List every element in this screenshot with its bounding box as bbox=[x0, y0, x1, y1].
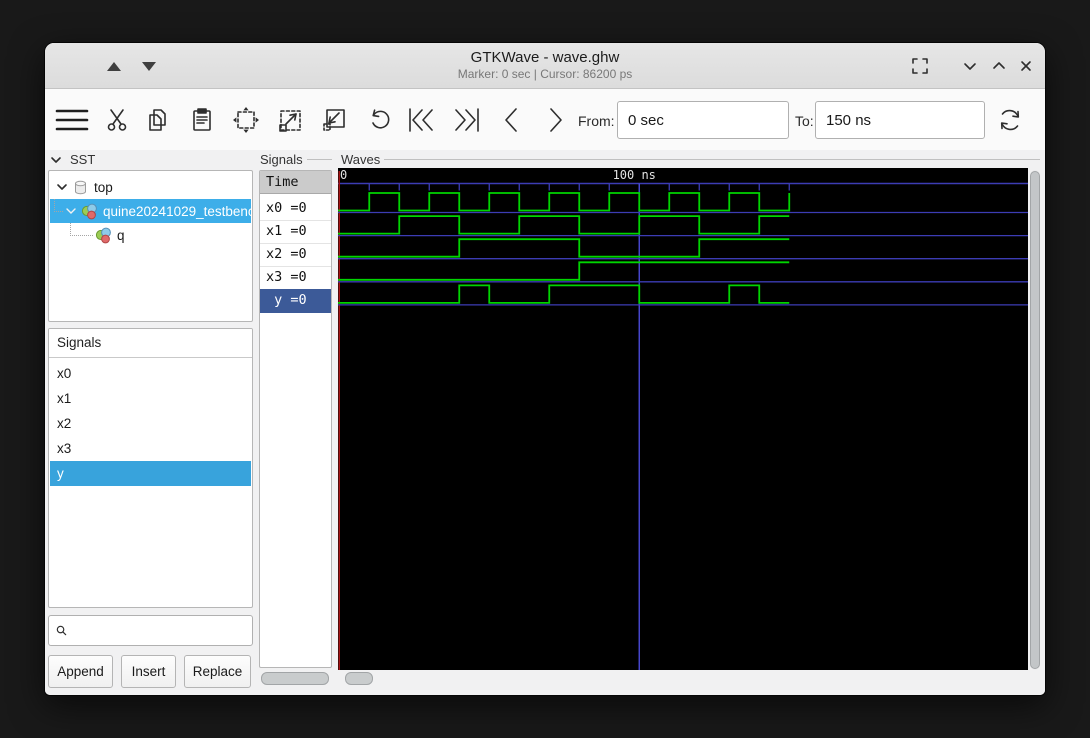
main-content: SST top quine20241029_testbench q Signal… bbox=[45, 150, 1045, 695]
fast-backward-icon[interactable] bbox=[405, 103, 439, 137]
scope-cylinder-icon bbox=[75, 180, 86, 194]
menu-icon[interactable] bbox=[55, 103, 89, 137]
waves-vscrollbar[interactable] bbox=[1030, 170, 1040, 670]
signals-panel-header: Signals bbox=[49, 329, 252, 358]
marker-cursor-status: Marker: 0 sec | Cursor: 86200 ps bbox=[457, 67, 633, 81]
copy-icon[interactable] bbox=[141, 103, 175, 137]
replace-button[interactable]: Replace bbox=[184, 655, 251, 688]
maximize-icon[interactable] bbox=[986, 53, 1012, 79]
search-icon bbox=[56, 625, 67, 636]
svg-text:100 ns: 100 ns bbox=[613, 168, 656, 182]
names-frame-label: Signals bbox=[260, 152, 332, 167]
svg-text:0: 0 bbox=[340, 168, 347, 182]
sst-frame-label: SST bbox=[50, 152, 250, 167]
append-button[interactable]: Append bbox=[48, 655, 113, 688]
name-row-x0[interactable]: x0 =0 bbox=[260, 197, 331, 221]
zoom-in-icon[interactable] bbox=[273, 103, 307, 137]
step-right-icon[interactable] bbox=[538, 103, 572, 137]
insert-button[interactable]: Insert bbox=[121, 655, 176, 688]
fast-forward-icon[interactable] bbox=[449, 103, 483, 137]
list-item-x2[interactable]: x2 bbox=[50, 411, 251, 436]
waves-hscrollbar[interactable] bbox=[338, 670, 1028, 686]
list-item-x3[interactable]: x3 bbox=[50, 436, 251, 461]
tree-guide bbox=[54, 199, 63, 212]
zoom-out-icon[interactable] bbox=[317, 103, 351, 137]
name-row-x1[interactable]: x1 =0 bbox=[260, 220, 331, 244]
sst-label: SST bbox=[70, 152, 96, 167]
tree-item-top[interactable]: top bbox=[50, 175, 251, 199]
name-row-y[interactable]: y =0 bbox=[260, 289, 331, 313]
name-row-x3[interactable]: x3 =0 bbox=[260, 266, 331, 290]
signal-facilities-panel: Signals x0 x1 x2 x3 y bbox=[48, 328, 253, 608]
waves-frame-label: Waves bbox=[341, 152, 1040, 167]
signal-search-box bbox=[48, 615, 253, 646]
from-input[interactable] bbox=[617, 101, 789, 139]
tree-item-label: top bbox=[94, 179, 113, 195]
list-item-x1[interactable]: x1 bbox=[50, 386, 251, 411]
zoom-fit-icon[interactable] bbox=[229, 103, 263, 137]
reload-icon[interactable] bbox=[993, 103, 1027, 137]
tree-item-label: q bbox=[117, 227, 125, 243]
tree-item-q[interactable]: q bbox=[50, 223, 251, 247]
close-icon[interactable] bbox=[1013, 53, 1039, 79]
paste-icon[interactable] bbox=[185, 103, 219, 137]
names-hscrollbar-thumb[interactable] bbox=[261, 672, 329, 685]
waveform-svg: 0 100 ns bbox=[338, 168, 1028, 672]
step-left-icon[interactable] bbox=[495, 103, 529, 137]
module-icon bbox=[95, 227, 111, 243]
window-title: GTKWave - wave.ghw bbox=[470, 49, 620, 66]
cut-icon[interactable] bbox=[100, 103, 134, 137]
to-label: To: bbox=[795, 113, 814, 129]
search-input[interactable] bbox=[72, 622, 252, 639]
minimize-icon[interactable] bbox=[957, 53, 983, 79]
wave-names-panel: Time x0 =0 x1 =0 x2 =0 x3 =0 y =0 bbox=[259, 170, 332, 668]
list-item-x0[interactable]: x0 bbox=[50, 361, 251, 386]
fullscreen-icon[interactable] bbox=[907, 53, 933, 79]
to-input[interactable] bbox=[815, 101, 985, 139]
waves-vscrollbar-thumb[interactable] bbox=[1030, 171, 1040, 669]
sst-tree: top quine20241029_testbench q bbox=[48, 170, 253, 322]
undo-icon[interactable] bbox=[363, 103, 397, 137]
name-row-x2[interactable]: x2 =0 bbox=[260, 243, 331, 267]
toolbar: From: To: bbox=[45, 89, 1045, 150]
gtkwave-window: GTKWave - wave.ghw Marker: 0 sec | Curso… bbox=[45, 43, 1045, 695]
list-item-y[interactable]: y bbox=[50, 461, 251, 486]
from-label: From: bbox=[578, 113, 615, 129]
tree-item-testbench[interactable]: quine20241029_testbench bbox=[50, 199, 251, 223]
titlebar: GTKWave - wave.ghw Marker: 0 sec | Curso… bbox=[45, 43, 1045, 89]
waveform-canvas[interactable]: 0 100 ns bbox=[338, 168, 1028, 672]
waves-hscrollbar-thumb[interactable] bbox=[345, 672, 373, 685]
module-icon bbox=[81, 203, 97, 219]
tree-item-label: quine20241029_testbench bbox=[103, 203, 251, 219]
tree-guide bbox=[70, 223, 93, 236]
time-header-button[interactable]: Time bbox=[260, 171, 331, 194]
